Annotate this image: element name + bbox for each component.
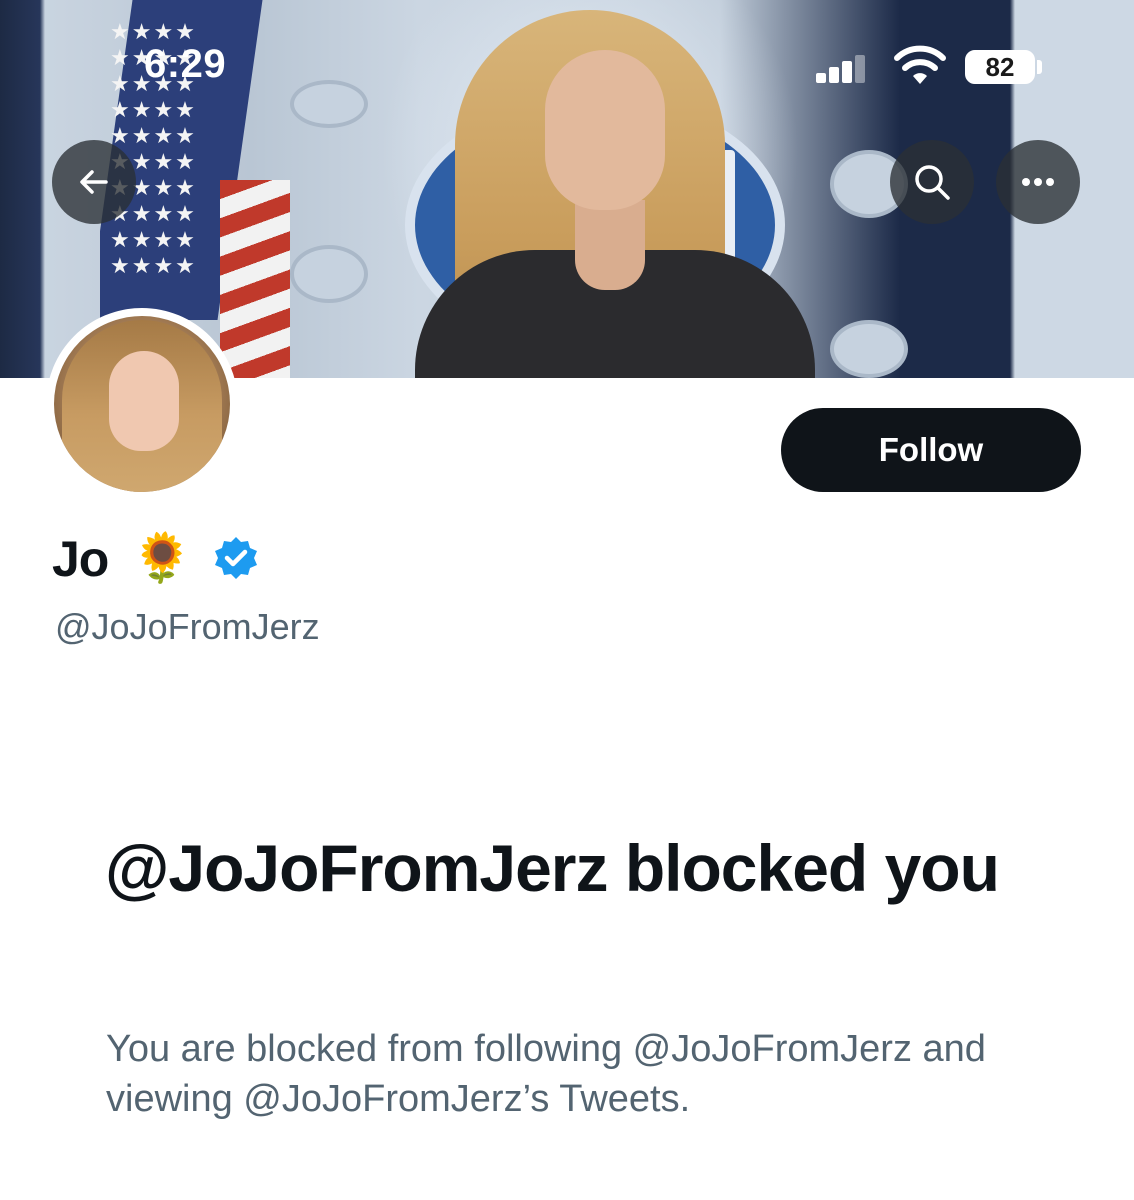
battery-icon: 82	[965, 50, 1035, 84]
banner-person	[415, 0, 815, 378]
blocked-description: You are blocked from following @JoJoFrom…	[106, 1028, 986, 1120]
back-arrow-icon	[80, 170, 108, 194]
blocked-title: @JoJoFromJerz blocked you	[105, 831, 1000, 905]
wifi-icon	[894, 45, 946, 84]
sunflower-emoji: 🌻	[132, 530, 192, 586]
display-name: Jo	[52, 531, 109, 587]
more-icon	[1022, 178, 1054, 186]
status-time: 6:29	[144, 42, 227, 86]
user-handle: @JoJoFromJerz	[55, 606, 320, 647]
more-options-button[interactable]	[996, 140, 1080, 224]
back-button[interactable]	[52, 140, 136, 224]
signal-icon	[816, 55, 866, 83]
search-button[interactable]	[890, 140, 974, 224]
follow-button[interactable]: Follow	[781, 408, 1081, 492]
verified-badge-icon[interactable]	[212, 535, 260, 583]
avatar[interactable]	[46, 308, 238, 500]
search-icon	[915, 165, 950, 200]
